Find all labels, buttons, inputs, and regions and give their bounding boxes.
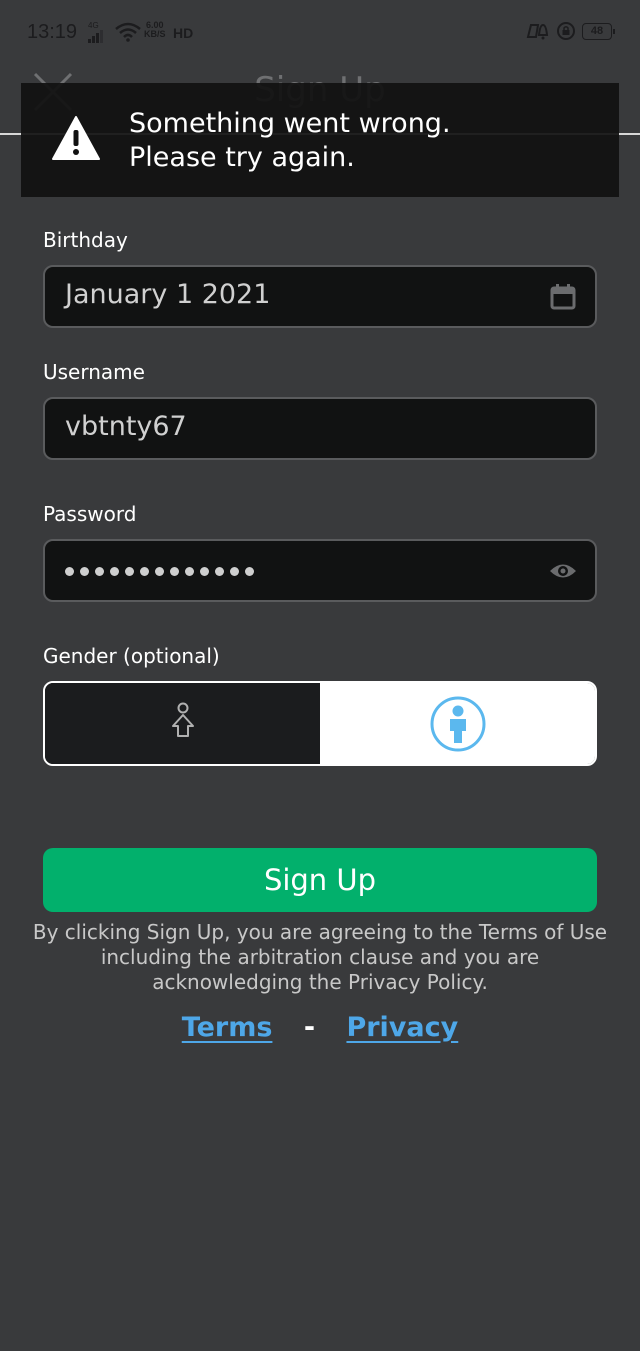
password-dot	[80, 567, 89, 576]
eye-icon[interactable]	[549, 557, 577, 585]
password-dot	[230, 567, 239, 576]
game-notification-icon	[526, 23, 549, 40]
female-icon	[171, 702, 194, 737]
status-time: 13:19	[27, 21, 78, 43]
username-label: Username	[43, 360, 145, 384]
link-separator: -	[303, 1012, 316, 1043]
birthday-field[interactable]: January 1 2021	[43, 265, 597, 328]
privacy-link[interactable]: Privacy	[346, 1012, 458, 1043]
toast-line-2: Please try again.	[129, 142, 355, 173]
birthday-label: Birthday	[43, 228, 128, 252]
terms-link[interactable]: Terms	[182, 1012, 273, 1043]
gender-option-female[interactable]	[45, 683, 320, 764]
password-dot	[185, 567, 194, 576]
hd-call-icon: HD	[173, 25, 194, 41]
gender-option-male[interactable]	[320, 683, 595, 764]
password-mask	[65, 567, 254, 576]
gender-selector	[43, 681, 597, 766]
network-speed: 6.00 KB/S	[144, 21, 166, 39]
password-dot	[110, 567, 119, 576]
password-dot	[95, 567, 104, 576]
password-dot	[245, 567, 254, 576]
rotation-lock-icon	[557, 22, 575, 40]
wifi-icon	[115, 22, 141, 42]
password-label: Password	[43, 502, 137, 526]
password-dot	[170, 567, 179, 576]
birthday-value: January 1 2021	[65, 279, 271, 310]
network-type: 4G	[88, 21, 99, 30]
gender-label: Gender (optional)	[43, 644, 220, 668]
calendar-icon[interactable]	[549, 283, 577, 311]
warning-icon	[52, 116, 100, 160]
password-dot	[200, 567, 209, 576]
toast-message: Something went wrong. Please try again.	[129, 107, 451, 175]
password-dot	[155, 567, 164, 576]
toast-line-1: Something went wrong.	[129, 108, 451, 139]
password-dot	[140, 567, 149, 576]
speed-unit: KB/S	[144, 29, 166, 39]
signup-button[interactable]: Sign Up	[43, 848, 597, 912]
password-input[interactable]	[43, 539, 597, 602]
password-dot	[65, 567, 74, 576]
password-dot	[125, 567, 134, 576]
signal-icon	[88, 30, 103, 43]
username-input[interactable]: vbtnty67	[43, 397, 597, 460]
battery-icon: 48	[582, 22, 615, 40]
signup-form: Birthday January 1 2021 Username vbtnty6…	[43, 228, 597, 766]
username-value: vbtnty67	[65, 411, 187, 442]
legal-text: By clicking Sign Up, you are agreeing to…	[32, 920, 608, 994]
status-bar: 13:19 4G 6.00 KB/S HD 48	[0, 0, 640, 66]
error-toast: Something went wrong. Please try again.	[21, 83, 619, 197]
legal-links: Terms - Privacy	[0, 1012, 640, 1043]
status-right: 48	[526, 21, 615, 41]
male-icon	[430, 696, 485, 751]
password-dot	[215, 567, 224, 576]
